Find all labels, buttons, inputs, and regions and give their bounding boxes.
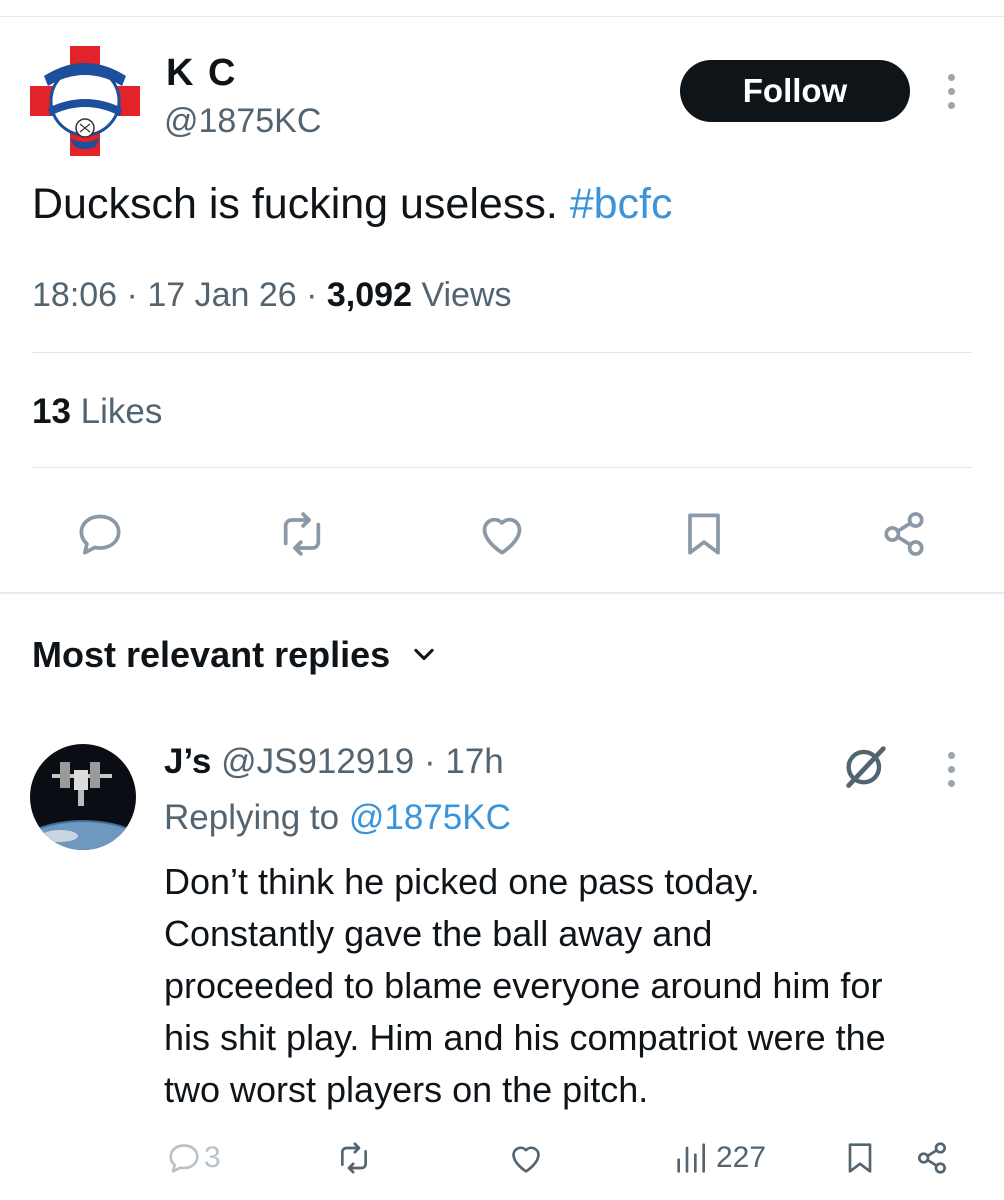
- bookmark-button[interactable]: [674, 504, 734, 564]
- reply-share-button[interactable]: [912, 1134, 952, 1182]
- views-label: Views: [421, 276, 512, 314]
- space-station-avatar-icon: [30, 744, 136, 850]
- mention-link[interactable]: @1875KC: [349, 798, 511, 837]
- grok-icon[interactable]: [840, 740, 892, 792]
- tweet-body: Ducksch is fucking useless.: [32, 180, 570, 228]
- reply-text-line: his shit play. Him and his compatriot we…: [164, 1017, 886, 1058]
- likes-summary[interactable]: 13 Likes: [32, 392, 162, 432]
- reply-text: Don’t think he picked one pass today. Co…: [164, 856, 984, 1116]
- heart-icon: [512, 1146, 540, 1173]
- reply-age[interactable]: 17h: [445, 742, 503, 781]
- author-name[interactable]: K C: [166, 52, 237, 95]
- reply-count: 3: [204, 1141, 221, 1174]
- top-divider: [0, 16, 1004, 17]
- follow-button[interactable]: Follow: [680, 60, 910, 122]
- reply-like-button[interactable]: [506, 1134, 546, 1182]
- more-options-icon[interactable]: [940, 72, 964, 112]
- analytics-icon: [677, 1143, 705, 1173]
- share-icon: [918, 1142, 946, 1174]
- reply-text-line: two worst players on the pitch.: [164, 1069, 649, 1110]
- repost-icon: [341, 1142, 367, 1174]
- reply-text-line: Don’t think he picked one pass today.: [164, 861, 760, 902]
- replying-to: Replying to @1875KC: [164, 798, 511, 838]
- reply-author-name[interactable]: J’s: [164, 742, 211, 781]
- bookmark-icon: [848, 1143, 872, 1173]
- replying-label: Replying to: [164, 798, 340, 837]
- share-icon: [884, 512, 924, 556]
- reply-views-count: 227: [716, 1141, 767, 1174]
- tweet-time[interactable]: 18:06: [32, 276, 117, 314]
- reply-text-line: proceeded to blame everyone around him f…: [164, 965, 883, 1006]
- likes-count: 13: [32, 392, 71, 431]
- replies-sort-dropdown[interactable]: Most relevant replies: [32, 634, 438, 676]
- bookmark-icon: [688, 513, 720, 555]
- reply-comment-button[interactable]: 3: [164, 1134, 221, 1182]
- section-divider: [0, 592, 1004, 594]
- tweet-date[interactable]: 17 Jan 26: [147, 276, 296, 314]
- reply-views-button[interactable]: 227: [672, 1134, 766, 1182]
- divider: [32, 467, 972, 468]
- replies-sort-label: Most relevant replies: [32, 634, 391, 675]
- reply-text-line: Constantly gave the ball away and: [164, 913, 713, 954]
- author-avatar[interactable]: [30, 46, 140, 156]
- reply-avatar[interactable]: [30, 744, 136, 850]
- club-crest-icon: [30, 46, 140, 156]
- reply-icon: [79, 514, 121, 555]
- repost-icon: [283, 512, 321, 556]
- views-count: 3,092: [326, 276, 412, 314]
- hashtag-link[interactable]: #bcfc: [570, 180, 673, 228]
- likes-label: Likes: [80, 392, 163, 431]
- reply-more-options-icon[interactable]: [940, 750, 964, 790]
- repost-button[interactable]: [272, 504, 332, 564]
- share-button[interactable]: [874, 504, 934, 564]
- reply-bookmark-button[interactable]: [840, 1134, 880, 1182]
- reply-button[interactable]: [70, 504, 130, 564]
- heart-icon: [482, 517, 522, 555]
- reply-icon: [169, 1144, 199, 1173]
- reply-author-handle[interactable]: @JS912919: [221, 742, 414, 781]
- tweet-meta: 18:06 · 17 Jan 26 · 3,092 Views: [32, 276, 512, 314]
- author-handle[interactable]: @1875KC: [164, 102, 321, 141]
- like-button[interactable]: [472, 504, 532, 564]
- reply-header: J’s @JS912919 · 17h: [164, 742, 504, 781]
- divider: [32, 352, 972, 353]
- tweet-text: Ducksch is fucking useless. #bcfc: [32, 180, 673, 229]
- chevron-down-icon: [414, 648, 434, 661]
- reply-repost-button[interactable]: [334, 1134, 374, 1182]
